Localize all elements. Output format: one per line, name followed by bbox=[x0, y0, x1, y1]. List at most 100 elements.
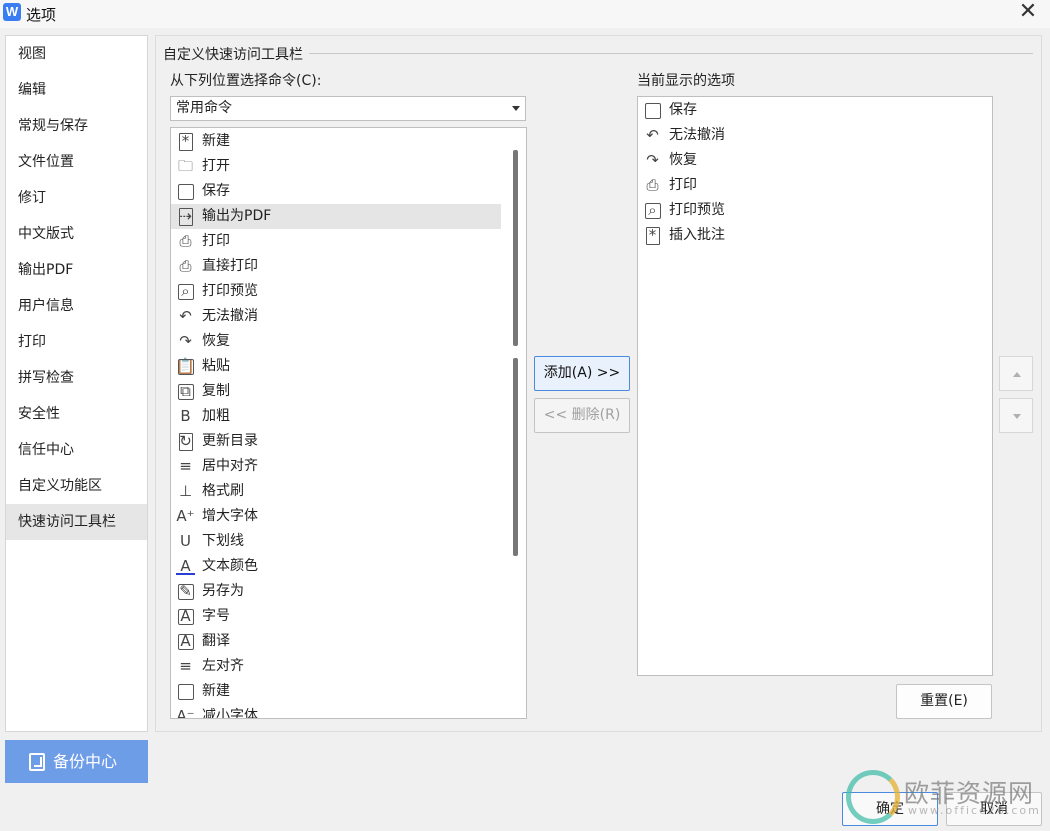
command-item[interactable]: A 字号 bbox=[171, 604, 501, 629]
command-item[interactable]: 新建 bbox=[171, 679, 501, 704]
command-item[interactable]: U 下划线 bbox=[171, 529, 501, 554]
remove-button[interactable]: << 删除(R) bbox=[534, 398, 630, 433]
scrollbar-thumb-lower[interactable] bbox=[513, 358, 518, 556]
command-label: 字号 bbox=[202, 608, 230, 624]
command-item[interactable]: A 文本颜色 bbox=[171, 554, 501, 579]
command-item[interactable]: ⧉ 复制 bbox=[171, 379, 501, 404]
command-label: 新建 bbox=[202, 133, 230, 149]
command-item[interactable]: B 加粗 bbox=[171, 404, 501, 429]
command-item[interactable]: A⁺ 增大字体 bbox=[171, 504, 501, 529]
sidebar-item[interactable]: 输出PDF bbox=[6, 252, 147, 288]
add-button[interactable]: 添加(A) >> bbox=[534, 356, 630, 391]
command-item[interactable]: ⎙ 直接打印 bbox=[171, 254, 501, 279]
command-item[interactable]: ↻ 更新目录 bbox=[171, 429, 501, 454]
command-item[interactable]: ≡ 居中对齐 bbox=[171, 454, 501, 479]
command-item[interactable]: 📋 粘贴 bbox=[171, 354, 501, 379]
command-label: 无法撤消 bbox=[669, 127, 725, 143]
command-item[interactable]: ⊥ 格式刷 bbox=[171, 479, 501, 504]
direct-print-icon: ⎙ bbox=[179, 257, 192, 275]
sidebar-item[interactable]: 信任中心 bbox=[6, 432, 147, 468]
paste-icon: 📋 bbox=[176, 357, 195, 375]
move-up-button[interactable] bbox=[999, 356, 1033, 391]
undo-icon: ↶ bbox=[646, 126, 659, 144]
dropdown-arrow-icon bbox=[512, 106, 520, 111]
current-options-list[interactable]: 保存 ↶ 无法撤消 ↷ 恢复 ⎙ 打印 ⌕ 打印预览 * 插入批注 bbox=[637, 96, 993, 676]
command-item[interactable]: A 翻译 bbox=[171, 629, 501, 654]
command-item[interactable]: ⇢ 输出为PDF bbox=[171, 204, 501, 229]
command-item[interactable]: ↷ 恢复 bbox=[638, 148, 992, 173]
command-item[interactable]: ↶ 无法撤消 bbox=[638, 123, 992, 148]
command-item[interactable]: ⎙ 打印 bbox=[171, 229, 501, 254]
command-item[interactable]: 保存 bbox=[171, 179, 501, 204]
print-preview-icon: ⌕ bbox=[176, 282, 195, 301]
backup-center-button[interactable]: 备份中心 bbox=[5, 740, 148, 783]
command-item[interactable]: * 插入批注 bbox=[638, 223, 992, 248]
command-label: 直接打印 bbox=[202, 258, 258, 274]
cancel-button[interactable]: 取消 bbox=[946, 792, 1042, 826]
command-label: 居中对齐 bbox=[202, 458, 258, 474]
command-label: 打印 bbox=[202, 233, 230, 249]
command-label: 格式刷 bbox=[202, 483, 244, 499]
reset-button[interactable]: 重置(E) bbox=[896, 684, 992, 719]
update-toc-icon: ↻ bbox=[176, 432, 195, 451]
command-label: 左对齐 bbox=[202, 658, 244, 674]
sidebar-item[interactable]: 修订 bbox=[6, 180, 147, 216]
command-label: 打印预览 bbox=[202, 283, 258, 299]
command-label: 复制 bbox=[202, 383, 230, 399]
title-bar: W 选项 ✕ bbox=[0, 0, 1050, 28]
command-item[interactable]: * 新建 bbox=[171, 129, 501, 154]
command-label: 另存为 bbox=[202, 583, 244, 599]
command-source-value: 常用命令 bbox=[176, 100, 232, 116]
group-title: 自定义快速访问工具栏 bbox=[163, 44, 309, 64]
sidebar-item[interactable]: 拼写检查 bbox=[6, 360, 147, 396]
sidebar-item[interactable]: 安全性 bbox=[6, 396, 147, 432]
command-item[interactable]: A⁻ 减小字体 bbox=[171, 704, 501, 719]
command-label: 恢复 bbox=[669, 152, 697, 168]
sidebar-item[interactable]: 用户信息 bbox=[6, 288, 147, 324]
command-source-select[interactable]: 常用命令 bbox=[170, 96, 526, 121]
command-item[interactable]: 🗀 打开 bbox=[171, 154, 501, 179]
command-item[interactable]: ↷ 恢复 bbox=[171, 329, 501, 354]
command-label: 打印 bbox=[669, 177, 697, 193]
bold-icon: B bbox=[180, 407, 191, 425]
command-label: 保存 bbox=[669, 102, 697, 118]
sidebar-item[interactable]: 常规与保存 bbox=[6, 108, 147, 144]
move-down-icon bbox=[1013, 414, 1021, 419]
options-sidebar: 视图 编辑 常规与保存 文件位置 修订 中文版式 输出PDF 用户信息 打印 拼写检查 安全性 信任中… bbox=[5, 35, 148, 732]
command-item[interactable]: ⌕ 打印预览 bbox=[638, 198, 992, 223]
sidebar-item[interactable]: 中文版式 bbox=[6, 216, 147, 252]
command-label: 减小字体 bbox=[202, 708, 258, 719]
command-item[interactable]: ≡ 左对齐 bbox=[171, 654, 501, 679]
command-item[interactable]: ✎ 另存为 bbox=[171, 579, 501, 604]
command-label: 无法撤消 bbox=[202, 308, 258, 324]
sidebar-item[interactable]: 自定义功能区 bbox=[6, 468, 147, 504]
close-icon[interactable]: ✕ bbox=[1014, 0, 1042, 26]
printer-icon: ⎙ bbox=[646, 176, 659, 194]
shrink-font-icon: A⁻ bbox=[176, 707, 195, 719]
sidebar-item[interactable]: 视图 bbox=[6, 36, 147, 72]
sidebar-item[interactable]: 文件位置 bbox=[6, 144, 147, 180]
sidebar-item[interactable]: 打印 bbox=[6, 324, 147, 360]
command-item[interactable]: ⌕ 打印预览 bbox=[171, 279, 501, 304]
command-item[interactable]: ⎙ 打印 bbox=[638, 173, 992, 198]
ok-button[interactable]: 确定 bbox=[842, 792, 938, 826]
printer-icon: ⎙ bbox=[179, 232, 192, 250]
window-title: 选项 bbox=[26, 6, 57, 24]
current-options-label: 当前显示的选项 bbox=[637, 73, 735, 89]
move-down-button[interactable] bbox=[999, 398, 1033, 433]
quick-access-toolbar-panel: 自定义快速访问工具栏 从下列位置选择命令(C): 常用命令 * 新建 🗀 打开 保存 ⇢ 输… bbox=[155, 35, 1042, 732]
command-item[interactable]: 保存 bbox=[638, 98, 992, 123]
scrollbar-thumb[interactable] bbox=[513, 150, 518, 346]
format-painter-icon: ⊥ bbox=[178, 482, 193, 500]
folder-open-icon: 🗀 bbox=[177, 157, 193, 175]
backup-center-label: 备份中心 bbox=[53, 752, 118, 771]
command-label: 翻译 bbox=[202, 633, 230, 649]
sidebar-item[interactable]: 编辑 bbox=[6, 72, 147, 108]
command-item[interactable]: ↶ 无法撤消 bbox=[171, 304, 501, 329]
available-commands-list[interactable]: * 新建 🗀 打开 保存 ⇢ 输出为PDF ⎙ 打印 ⎙ 直接打印 ⌕ 打印预览 ↶ 无法撤消 ↷ 恢复 📋 粘贴 ⧉… bbox=[170, 127, 527, 719]
save-as-icon: ✎ bbox=[176, 582, 195, 601]
command-label: 打印预览 bbox=[669, 202, 725, 218]
wps-logo-icon: W bbox=[3, 3, 21, 21]
command-label: 新建 bbox=[202, 683, 230, 699]
sidebar-item[interactable]: 快速访问工具栏 bbox=[6, 504, 147, 540]
